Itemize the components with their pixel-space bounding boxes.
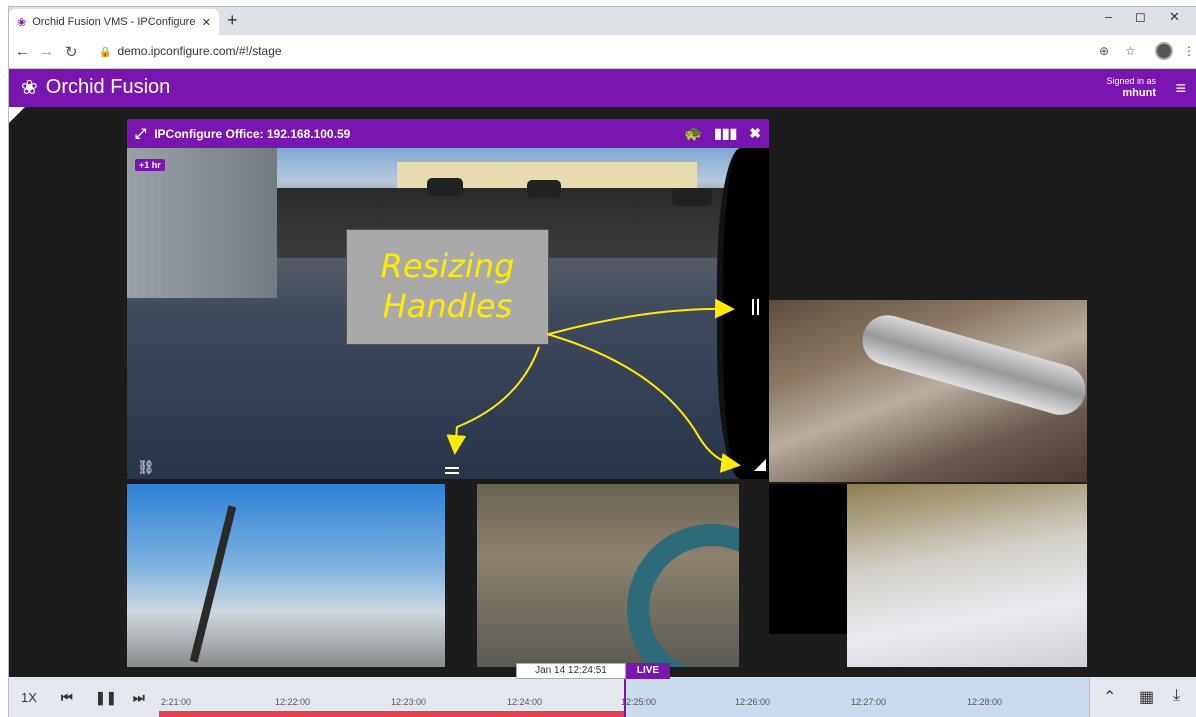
timeline-tick: 12:23:00 — [391, 697, 427, 707]
recording-strip — [159, 711, 624, 717]
skip-back-icon[interactable]: ⏮ — [61, 690, 73, 706]
timeline-tick: 12:27:00 — [851, 697, 887, 707]
pause-icon[interactable]: ❚❚ — [95, 690, 117, 706]
camera-tile-empty — [769, 484, 847, 634]
camera-tile-outdoor[interactable] — [127, 484, 445, 667]
calendar-icon[interactable]: ▦ — [1139, 687, 1154, 707]
camera-tile-warehouse[interactable] — [769, 300, 1087, 482]
camera-tile-interior[interactable] — [847, 484, 1087, 667]
skip-forward-icon[interactable]: ⏭ — [133, 690, 145, 706]
timeline-tick: 12:24:00 — [507, 697, 543, 707]
live-button[interactable]: LIVE — [626, 663, 670, 679]
current-time-label: Jan 14 12:24:51 — [516, 663, 626, 679]
chevron-up-icon[interactable]: ⌃ — [1103, 687, 1116, 707]
timeline-tick: 12:28:00 — [967, 697, 1003, 707]
camera-tile-shop[interactable] — [477, 484, 739, 667]
timeline-tick: 12:22:00 — [275, 697, 311, 707]
timeline-tick: 2:21:00 — [161, 697, 192, 707]
browser-window: ❀ Orchid Fusion VMS - IPConfigure ✕ + – … — [8, 6, 1196, 717]
timeline-tick: 12:25:00 — [621, 697, 657, 707]
timeline-tick: 12:26:00 — [735, 697, 771, 707]
speed-button[interactable]: 1X — [21, 690, 37, 705]
download-icon[interactable]: ⤓ — [1173, 687, 1180, 705]
